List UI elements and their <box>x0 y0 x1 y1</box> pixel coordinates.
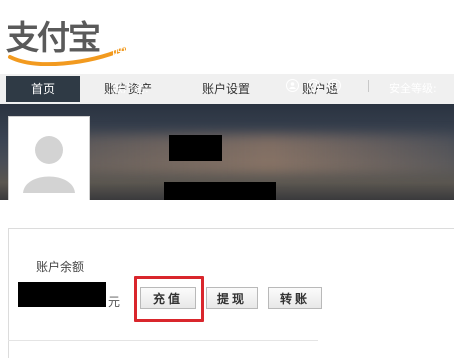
svg-text:支付宝: 支付宝 <box>6 18 100 57</box>
tab-home[interactable]: 首页 <box>6 76 80 102</box>
redacted-username <box>169 135 222 161</box>
section-gap <box>0 200 454 228</box>
withdraw-button[interactable]: 提现 <box>206 287 258 309</box>
recharge-highlight-box <box>134 276 204 322</box>
account-name-label: 账户名: <box>112 82 149 95</box>
greeting-text: 晚上好, <box>112 44 159 60</box>
avatar[interactable] <box>8 116 90 200</box>
banner-background <box>80 134 454 174</box>
mobile-phone-icon[interactable] <box>328 79 341 92</box>
alipay-logo[interactable]: 支付宝 <box>6 8 126 66</box>
currency-unit: 元 <box>108 295 121 309</box>
redacted-balance-amount <box>18 282 106 307</box>
banner-divider <box>368 80 369 92</box>
insurance-icon[interactable] <box>307 79 320 92</box>
main-nav: 首页 账户资产 账户设置 账户通 <box>0 74 454 105</box>
greeting-slogan: 尽情享受属于你自己的时间吧 <box>226 45 369 58</box>
tab-account-settings[interactable]: 账户设置 <box>190 76 262 102</box>
user-verified-icon[interactable] <box>286 79 299 92</box>
balance-label: 账户余额 <box>36 260 85 274</box>
card-bottom-divider <box>8 340 318 341</box>
default-avatar-icon <box>9 117 89 200</box>
tab-account-link[interactable]: 账户通 <box>290 76 350 102</box>
security-level-label: 安全等级: <box>389 82 437 95</box>
transfer-button[interactable]: 转账 <box>268 287 322 309</box>
